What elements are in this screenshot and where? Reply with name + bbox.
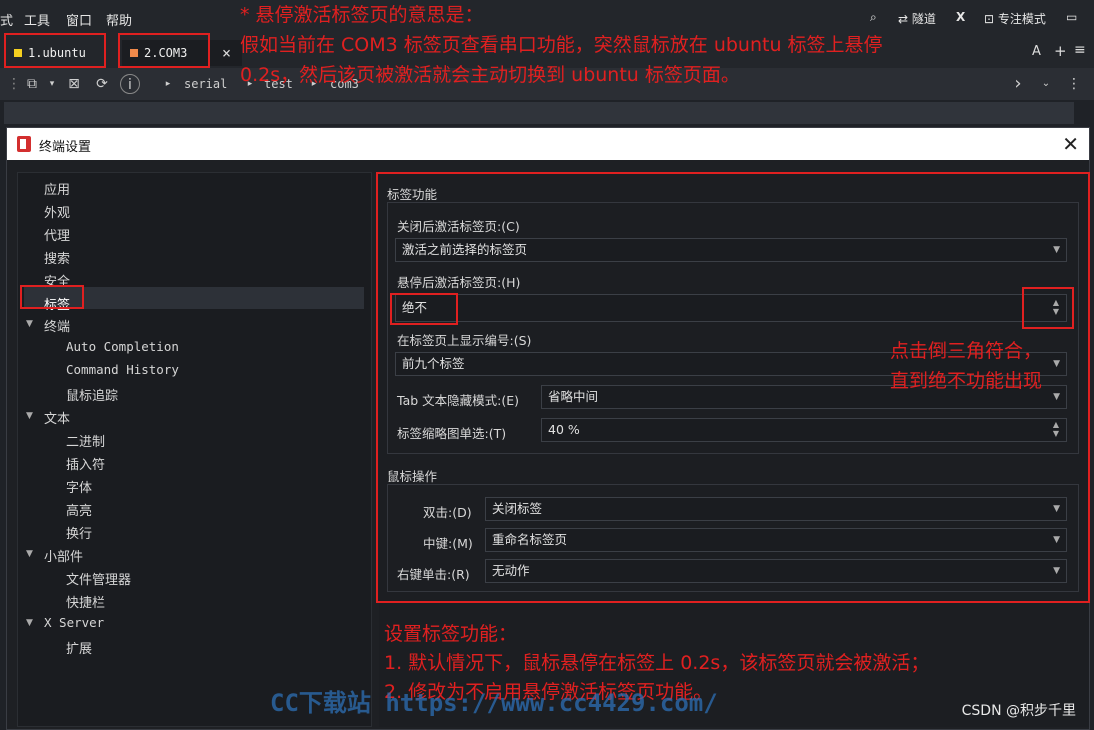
drag-handle-icon[interactable]: ⋮ <box>4 74 24 94</box>
expand-caret-icon[interactable]: ▼ <box>26 319 33 329</box>
chevron-down-icon[interactable]: ▾ <box>42 74 62 94</box>
annotation-box-never-value <box>390 293 458 325</box>
menu-bar: 式 工具 窗口 帮助 ⌕ ⇄ 隧道 X ⊡ 专注模式 ▭ <box>0 0 1094 36</box>
info-icon[interactable]: i <box>120 74 140 94</box>
nav-item-terminal[interactable]: 终端 <box>44 316 70 335</box>
annotation-box-com3-tab <box>118 33 210 68</box>
expand-caret-icon[interactable]: ▼ <box>26 618 33 628</box>
annotation-side-line1: 点击倒三角符合， <box>890 340 1043 362</box>
close-icon[interactable]: ✕ <box>1062 132 1079 156</box>
nav-item-mouse-tracking[interactable]: 鼠标追踪 <box>66 385 118 404</box>
nav-item-app[interactable]: 应用 <box>44 179 70 198</box>
reconnect-icon[interactable]: ⟳ <box>92 74 112 94</box>
settings-nav: 应用 外观 代理 搜索 安全 标签 ▼ 终端 Auto Completion C… <box>17 172 372 727</box>
annotation-bottom-line1: 设置标签功能： <box>384 623 518 645</box>
annotation-bottom-line2: 1. 默认情况下，鼠标悬停在标签上 0.2s，该标签页就会被激活； <box>384 652 930 674</box>
more-icon[interactable]: ⋮ <box>1064 74 1084 94</box>
nav-item-quickbar[interactable]: 快捷栏 <box>66 592 105 611</box>
watermark: CC下载站 https://www.cc4429.com/ <box>270 689 718 717</box>
add-tab-button[interactable]: + <box>1054 42 1067 60</box>
nav-item-wrap[interactable]: 换行 <box>66 523 92 542</box>
nav-item-text[interactable]: 文本 <box>44 408 70 427</box>
annotation-side-line2: 直到绝不功能出现 <box>890 370 1043 392</box>
nav-item-file-manager[interactable]: 文件管理器 <box>66 569 131 588</box>
expand-caret-icon[interactable]: ▼ <box>26 549 33 559</box>
tabs-menu-button[interactable]: ≡ <box>1074 42 1086 58</box>
annotation-box-tabs-nav <box>20 285 84 309</box>
focus-mode-label: 专注模式 <box>997 12 1046 26</box>
search-icon[interactable]: ⌕ <box>870 10 877 25</box>
csdn-credit: CSDN @积步千里 <box>961 703 1076 719</box>
nav-item-font[interactable]: 字体 <box>66 477 92 496</box>
chevron-down-icon[interactable]: ⌄ <box>1036 74 1056 94</box>
nav-item-binary[interactable]: 二进制 <box>66 431 105 450</box>
font-button[interactable]: A <box>1032 44 1041 59</box>
nav-item-proxy[interactable]: 代理 <box>44 225 70 244</box>
tab-close-icon[interactable]: × <box>222 40 231 66</box>
nav-item-highlight[interactable]: 高亮 <box>66 500 92 519</box>
chevron-right-icon: ▸ <box>165 79 171 89</box>
new-session-icon[interactable]: ⧉ <box>22 74 42 94</box>
menu-item-window[interactable]: 窗口 <box>66 10 92 29</box>
focus-mode-button[interactable]: ⊡ 专注模式 <box>984 10 1046 27</box>
annotation-top-line2: 假如当前在 COM3 标签页查看串口功能，突然鼠标放在 ubuntu 标签上悬停 <box>240 34 883 56</box>
annotation-top-line1: * 悬停激活标签页的意思是： <box>240 4 484 26</box>
breadcrumb-serial[interactable]: serial <box>184 77 227 91</box>
menu-item-help[interactable]: 帮助 <box>106 10 132 29</box>
menu-item-tools[interactable]: 工具 <box>24 10 50 29</box>
tunnel-label: 隧道 <box>911 12 936 26</box>
terminal-area[interactable] <box>4 102 1074 124</box>
app-logo-icon <box>17 136 31 152</box>
nav-item-command-history[interactable]: Command History <box>66 362 179 377</box>
nav-item-auto-completion[interactable]: Auto Completion <box>66 339 179 354</box>
annotation-box-ubuntu-tab <box>4 33 106 68</box>
tunnel-button[interactable]: ⇄ 隧道 <box>898 10 936 27</box>
nav-item-widgets[interactable]: 小部件 <box>44 546 83 565</box>
nav-item-search[interactable]: 搜索 <box>44 248 70 267</box>
x-button[interactable]: X <box>956 10 965 24</box>
nav-item-caret[interactable]: 插入符 <box>66 454 105 473</box>
nav-item-appearance[interactable]: 外观 <box>44 202 70 221</box>
menu-item-partial[interactable]: 式 <box>0 10 13 29</box>
focus-icon: ⊡ <box>984 12 995 26</box>
annotation-top-line3: 0.2s，然后该页被激活就会主动切换到 ubuntu 标签页面。 <box>240 64 740 86</box>
tunnel-icon: ⇄ <box>898 12 909 26</box>
dialog-titlebar: 终端设置 ✕ <box>7 128 1089 160</box>
annotation-box-spin-arrows <box>1022 287 1074 329</box>
disconnect-icon[interactable]: ⊠ <box>64 74 84 94</box>
nav-item-extensions[interactable]: 扩展 <box>66 638 92 657</box>
chevron-right-icon[interactable]: › <box>1008 74 1028 94</box>
window-icon[interactable]: ▭ <box>1066 10 1077 24</box>
nav-item-x-server[interactable]: X Server <box>44 615 104 630</box>
dialog-title: 终端设置 <box>39 140 92 155</box>
expand-caret-icon[interactable]: ▼ <box>26 411 33 421</box>
